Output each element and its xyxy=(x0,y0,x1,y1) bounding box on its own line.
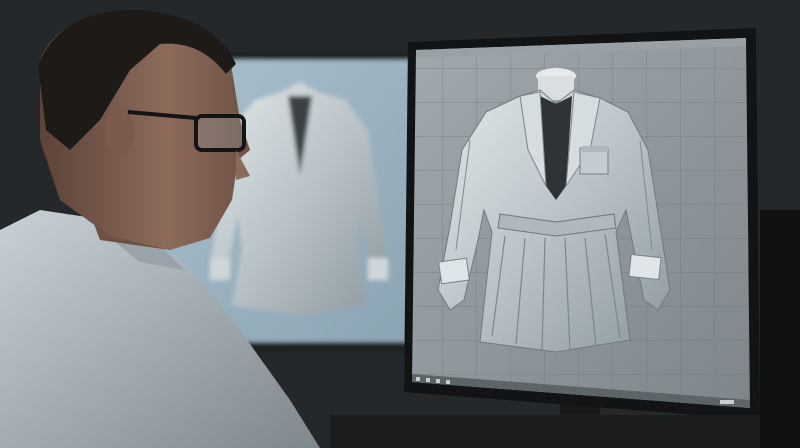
scene-illustration xyxy=(0,0,800,448)
left-cuff xyxy=(438,257,470,285)
right-cuff xyxy=(628,253,662,281)
photo-scene xyxy=(0,0,800,448)
side-device xyxy=(760,210,800,448)
desk xyxy=(330,415,800,448)
